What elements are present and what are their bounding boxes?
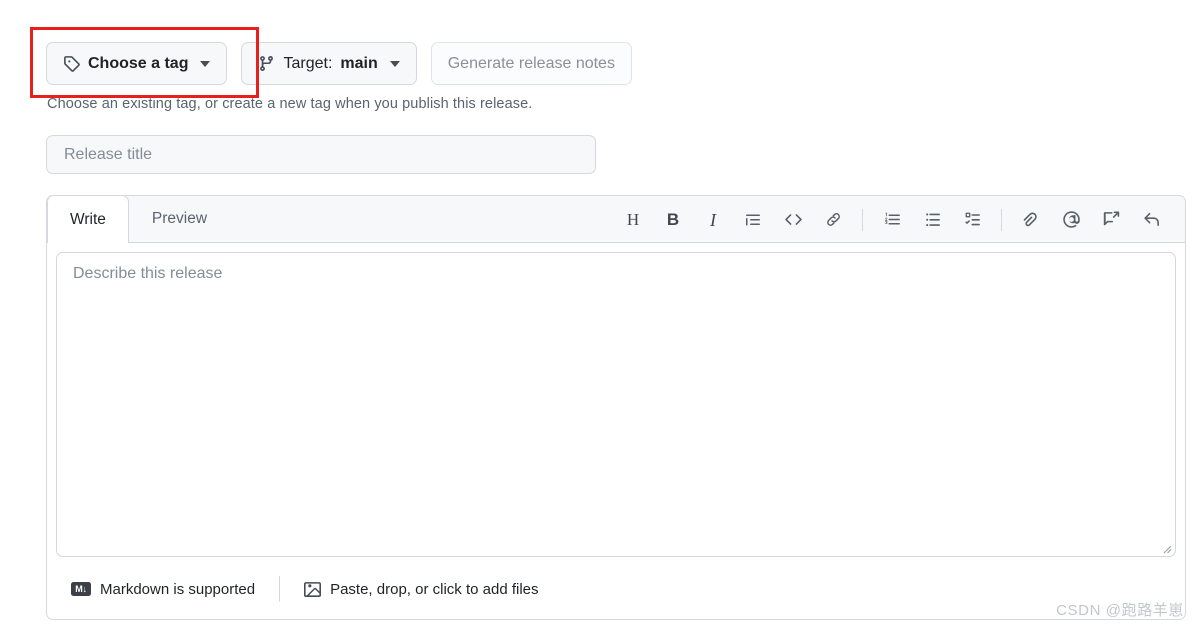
editor-tabs: Write Preview <box>47 196 230 243</box>
editor-body: Describe this release <box>47 243 1185 557</box>
toolbar-group-formatting: H B I <box>613 204 853 236</box>
tab-preview[interactable]: Preview <box>129 196 230 242</box>
target-prefix-label: Target: <box>283 54 333 72</box>
unordered-list-icon[interactable] <box>916 204 948 236</box>
generate-release-notes-label: Generate release notes <box>447 54 615 72</box>
tag-icon <box>63 55 80 72</box>
bold-glyph: B <box>666 210 680 229</box>
csdn-watermark: CSDN @跑路羊崽 <box>1056 602 1184 619</box>
italic-glyph: I <box>710 209 716 230</box>
toolbar-divider <box>862 208 863 231</box>
tab-preview-label: Preview <box>151 210 208 227</box>
editor-footer: M ↓ Markdown is supported Paste, drop, or… <box>47 559 1185 619</box>
markdown-supported-label: Markdown is supported <box>100 580 256 598</box>
tab-write-label: Write <box>70 210 106 228</box>
release-description-editor: Write Preview H B I Describe this releas… <box>46 195 1186 620</box>
toolbar-group-insert <box>1011 204 1171 236</box>
generate-release-notes-button[interactable]: Generate release notes <box>430 42 632 85</box>
saved-replies-icon[interactable] <box>1095 204 1127 236</box>
link-icon[interactable] <box>817 204 849 236</box>
task-list-icon[interactable] <box>956 204 988 236</box>
heading-icon[interactable]: H <box>617 204 649 236</box>
target-branch-button[interactable]: Target: main <box>241 42 417 85</box>
markdown-badge-glyph: M <box>75 583 83 594</box>
tab-write[interactable]: Write <box>47 196 129 243</box>
tag-helper-text: Choose an existing tag, or create a new … <box>47 96 533 112</box>
release-form-page: Choose a tag Target: main Generate relea… <box>0 0 1192 626</box>
target-branch-value: main <box>340 54 378 72</box>
ordered-list-icon[interactable] <box>876 204 908 236</box>
code-icon[interactable] <box>777 204 809 236</box>
image-icon <box>304 581 322 598</box>
toolbar-divider <box>1001 208 1002 231</box>
heading-glyph: H <box>626 210 640 229</box>
markdown-supported-link[interactable]: M ↓ Markdown is supported <box>61 581 265 598</box>
resize-handle-icon[interactable] <box>1160 541 1172 554</box>
quote-icon[interactable] <box>737 204 769 236</box>
release-title-placeholder: Release title <box>64 145 153 163</box>
choose-tag-label: Choose a tag <box>88 54 189 72</box>
chevron-down-icon <box>200 60 211 67</box>
bold-icon[interactable]: B <box>657 204 689 236</box>
choose-tag-button[interactable]: Choose a tag <box>46 42 228 85</box>
italic-icon[interactable]: I <box>697 204 729 236</box>
toolbar-group-lists <box>872 204 992 236</box>
release-title-input[interactable]: Release title <box>46 135 596 174</box>
markdown-toolbar: H B I <box>613 196 1171 243</box>
markdown-icon: M ↓ <box>71 582 91 596</box>
git-branch-icon <box>258 55 275 72</box>
mention-icon[interactable] <box>1055 204 1087 236</box>
attach-files-link[interactable]: Paste, drop, or click to add files <box>294 581 548 598</box>
release-controls-row: Choose a tag Target: main Generate relea… <box>46 42 632 85</box>
reply-icon[interactable] <box>1135 204 1167 236</box>
attach-file-icon[interactable] <box>1015 204 1047 236</box>
footer-divider <box>279 576 281 602</box>
editor-header: Write Preview H B I <box>47 196 1185 243</box>
attach-files-label: Paste, drop, or click to add files <box>330 580 539 598</box>
release-description-textarea[interactable]: Describe this release <box>56 252 1176 557</box>
release-description-placeholder: Describe this release <box>73 265 223 282</box>
chevron-down-icon <box>389 60 400 67</box>
